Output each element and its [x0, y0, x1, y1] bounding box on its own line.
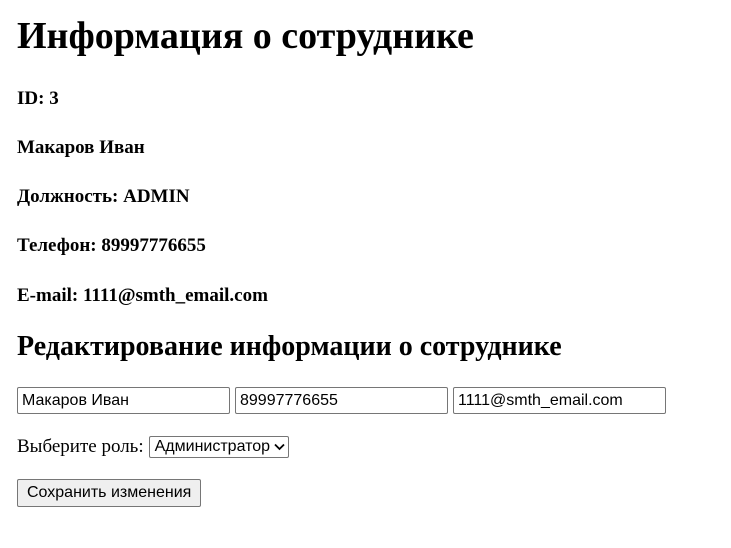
chevron-down-icon [274, 443, 285, 451]
page-title: Информация о сотруднике [17, 15, 474, 57]
name-input[interactable] [17, 387, 230, 414]
employee-page: Информация о сотруднике ID: 3 Макаров Ив… [0, 0, 731, 548]
edit-fields-row [17, 387, 714, 415]
role-label: Выберите роль: [17, 436, 144, 457]
phone-input[interactable] [235, 387, 448, 414]
employee-id: ID: 3 [17, 88, 59, 109]
employee-email: E-mail: 1111@smth_email.com [17, 285, 268, 306]
role-row: Выберите роль: Администратор [17, 435, 714, 459]
role-select-value: Администратор [154, 438, 271, 455]
edit-section-title: Редактирование информации о сотруднике [17, 331, 562, 362]
employee-phone: Телефон: 89997776655 [17, 235, 206, 256]
save-row: Сохранить изменения [17, 479, 714, 507]
role-select[interactable]: Администратор [148, 436, 290, 458]
save-button[interactable]: Сохранить изменения [17, 479, 202, 507]
employee-position: Должность: ADMIN [17, 186, 190, 207]
employee-name: Макаров Иван [17, 137, 145, 158]
email-input[interactable] [453, 387, 666, 414]
